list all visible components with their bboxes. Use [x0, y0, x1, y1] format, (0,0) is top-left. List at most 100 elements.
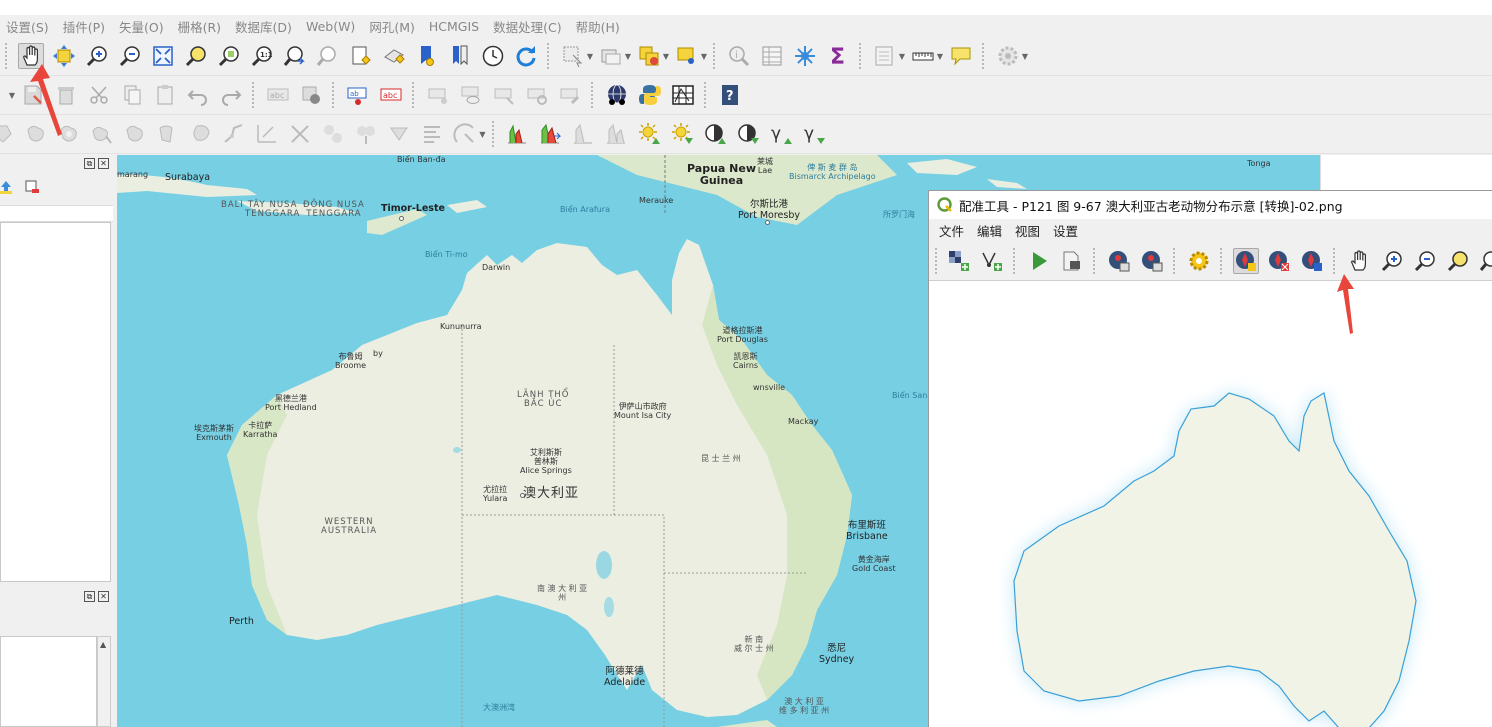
- zoom-native-icon[interactable]: 1:1: [249, 43, 275, 69]
- select-by-expression-icon[interactable]: [636, 43, 662, 69]
- georeferencer-grid-icon[interactable]: [670, 82, 696, 108]
- decrease-gamma-icon[interactable]: γ: [801, 121, 827, 147]
- geo-zoom-last-icon[interactable]: [1478, 248, 1492, 274]
- delete-point-icon[interactable]: [1266, 248, 1292, 274]
- geo-menu-view[interactable]: 视图: [1015, 221, 1040, 240]
- move-up-icon[interactable]: [0, 180, 12, 194]
- add-part-icon[interactable]: [89, 121, 115, 147]
- redo-icon[interactable]: [218, 82, 244, 108]
- browser-scrollbar[interactable]: ▲: [97, 636, 111, 727]
- spatial-bookmarks-icon[interactable]: [447, 43, 473, 69]
- chevron-down-icon[interactable]: ▼: [586, 43, 594, 69]
- attribute-table-icon[interactable]: [759, 43, 785, 69]
- undo-icon[interactable]: [185, 82, 211, 108]
- processing-icon[interactable]: [995, 43, 1021, 69]
- histogram-icon[interactable]: [504, 121, 530, 147]
- show-bookmarks-icon[interactable]: [381, 43, 407, 69]
- cut-icon[interactable]: [86, 82, 112, 108]
- geo-zoom-in-icon[interactable]: [1379, 248, 1405, 274]
- chevron-down-icon[interactable]: ▼: [8, 82, 16, 108]
- label-abc-icon[interactable]: abc: [265, 82, 291, 108]
- geo-zoom-out-icon[interactable]: [1412, 248, 1438, 274]
- zoom-next-icon[interactable]: [315, 43, 341, 69]
- temporal-controller-icon[interactable]: [480, 43, 506, 69]
- increase-brightness-icon[interactable]: [636, 121, 662, 147]
- identify-icon[interactable]: i: [726, 43, 752, 69]
- add-point-icon[interactable]: [1232, 247, 1259, 274]
- rotate-label-icon[interactable]: [491, 82, 517, 108]
- scroll-up-icon[interactable]: ▲: [100, 640, 106, 649]
- decrease-contrast-icon[interactable]: [735, 121, 761, 147]
- histogram-stretch-icon[interactable]: [537, 121, 563, 147]
- paste-icon[interactable]: [152, 82, 178, 108]
- start-georeferencing-icon[interactable]: [1026, 248, 1052, 274]
- increase-contrast-icon[interactable]: [702, 121, 728, 147]
- label-highlight-icon[interactable]: abc: [378, 82, 404, 108]
- rotate-feature-icon[interactable]: [0, 121, 16, 147]
- close-panel-icon[interactable]: ✕: [98, 158, 109, 169]
- statistics-icon[interactable]: [872, 43, 898, 69]
- show-hide-labels-icon[interactable]: [458, 82, 484, 108]
- float-panel-icon[interactable]: ⧉: [84, 591, 95, 602]
- delete-part-icon[interactable]: [188, 121, 214, 147]
- vertex-tool-icon[interactable]: [452, 121, 478, 147]
- geo-menu-settings[interactable]: 设置: [1053, 221, 1078, 240]
- delete-ring-icon[interactable]: [155, 121, 181, 147]
- metasearch-icon[interactable]: [604, 82, 630, 108]
- deselect-icon[interactable]: [598, 43, 624, 69]
- remove-layer-icon[interactable]: [25, 180, 39, 194]
- fill-ring-icon[interactable]: [122, 121, 148, 147]
- menu-settings[interactable]: 设置(S): [6, 17, 49, 36]
- geo-pan-hand-icon[interactable]: [1346, 248, 1372, 274]
- pin-labels-icon[interactable]: [298, 82, 324, 108]
- transformation-settings-icon[interactable]: [1186, 248, 1212, 274]
- label-properties-icon[interactable]: [557, 82, 583, 108]
- align-features-icon[interactable]: [419, 121, 445, 147]
- menu-database[interactable]: 数据库(D): [235, 17, 292, 36]
- move-label-icon[interactable]: [425, 82, 451, 108]
- chevron-down-icon[interactable]: ▼: [700, 43, 708, 69]
- offset-curve-icon[interactable]: [254, 121, 280, 147]
- chevron-down-icon[interactable]: ▼: [936, 43, 944, 69]
- geo-menu-edit[interactable]: 编辑: [977, 221, 1002, 240]
- split-features-icon[interactable]: [287, 121, 313, 147]
- reshape-feature-icon[interactable]: [221, 121, 247, 147]
- zoom-last-icon[interactable]: [282, 43, 308, 69]
- copy-icon[interactable]: [119, 82, 145, 108]
- chevron-down-icon[interactable]: ▼: [479, 121, 487, 147]
- field-calculator-icon[interactable]: [792, 43, 818, 69]
- float-panel-icon[interactable]: ⧉: [84, 158, 95, 169]
- split-parts-icon[interactable]: [320, 121, 346, 147]
- generate-gdal-script-icon[interactable]: [1059, 248, 1085, 274]
- menu-processing[interactable]: 数据处理(C): [493, 17, 561, 36]
- increase-gamma-icon[interactable]: γ: [768, 121, 794, 147]
- menu-mesh[interactable]: 网孔(M): [369, 17, 415, 36]
- menu-raster[interactable]: 栅格(R): [178, 17, 221, 36]
- geo-zoom-to-layer-icon[interactable]: [1445, 248, 1471, 274]
- select-features-icon[interactable]: [560, 43, 586, 69]
- merge-features-icon[interactable]: [353, 121, 379, 147]
- menu-web[interactable]: Web(W): [306, 19, 355, 34]
- browser-tree[interactable]: [0, 636, 97, 727]
- decrease-brightness-icon[interactable]: [669, 121, 695, 147]
- toolbar-handle[interactable]: [935, 247, 939, 274]
- close-panel-icon[interactable]: ✕: [98, 591, 109, 602]
- full-histogram-icon[interactable]: [603, 121, 629, 147]
- measure-icon[interactable]: [910, 43, 936, 69]
- label-toolbar-icon[interactable]: ab: [345, 82, 371, 108]
- chevron-down-icon[interactable]: ▼: [1021, 43, 1029, 69]
- toolbar-handle[interactable]: [5, 43, 9, 69]
- bookmark-blue-icon[interactable]: [414, 43, 440, 69]
- chevron-down-icon[interactable]: ▼: [624, 43, 632, 69]
- save-gcp-icon[interactable]: [1139, 248, 1165, 274]
- zoom-out-icon[interactable]: [117, 43, 143, 69]
- new-bookmark-icon[interactable]: [348, 43, 374, 69]
- annotation-icon[interactable]: [674, 43, 700, 69]
- zoom-to-selection-icon[interactable]: [183, 43, 209, 69]
- merge-attributes-icon[interactable]: [386, 121, 412, 147]
- sum-icon[interactable]: Σ: [825, 43, 851, 69]
- zoom-full-icon[interactable]: [150, 43, 176, 69]
- menu-help[interactable]: 帮助(H): [576, 17, 620, 36]
- menu-plugins[interactable]: 插件(P): [63, 17, 105, 36]
- georeferencer-canvas[interactable]: [929, 281, 1492, 727]
